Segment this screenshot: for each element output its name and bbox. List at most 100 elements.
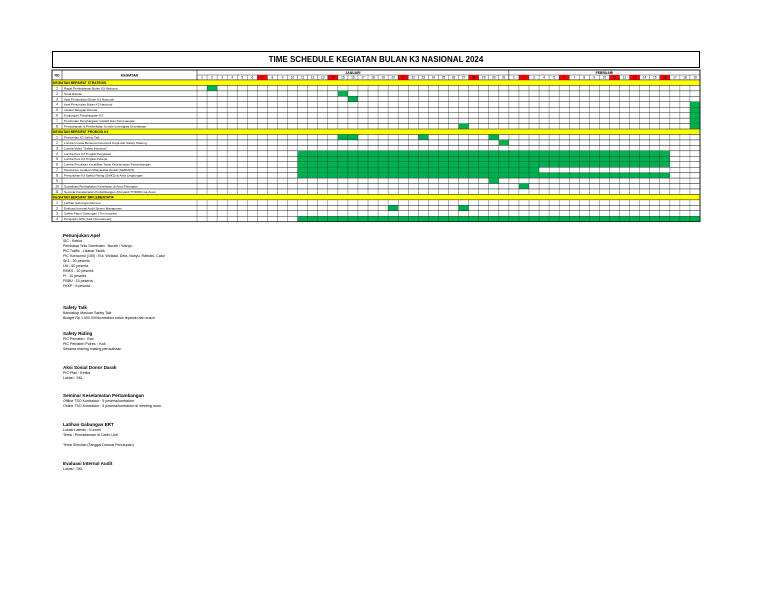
row-activity: Inisiasi Tanggap Darurat [64,108,97,112]
active-day-cell [689,118,700,124]
active-day-cell [488,134,499,140]
active-day-cell [539,150,550,157]
note-block: Safety Talk Bandakup Masuan Safety Talk Bu… [63,305,363,321]
row-number: 1 [56,135,58,139]
day-number: 14 [643,76,647,80]
active-day-cell [418,172,429,179]
active-day-cell [408,172,419,179]
active-day-cell [398,167,409,173]
active-day-cell [498,172,509,179]
active-day-cell [599,150,610,157]
active-day-cell [337,167,348,173]
day-number: 1 [513,76,515,80]
active-day-cell [488,167,499,173]
row-number: 5 [56,157,58,161]
active-day-cell [498,150,509,157]
active-day-cell [539,172,550,179]
active-day-cell [689,123,700,130]
active-day-cell [408,156,419,162]
day-number: 20 [391,76,395,80]
day-number: 4 [231,76,233,80]
row-number: 1 [56,201,58,205]
active-day-cell [539,216,550,222]
active-day-cell [307,150,318,157]
active-day-cell [357,216,369,222]
active-day-cell [579,150,590,157]
active-day-cell [448,167,459,173]
row-activity: Seminar Keselamatan Pertambangan (Penyak… [64,190,157,194]
active-day-cell [347,167,358,173]
active-day-cell [589,150,600,157]
active-day-cell [337,156,348,162]
active-day-cell [347,172,358,179]
active-day-cell [518,172,529,179]
table-row [51,112,701,119]
row-number: 8 [56,125,58,129]
active-day-cell [448,172,459,179]
section-row [51,128,701,135]
day-number: 6 [563,76,565,80]
row-number: 3 [56,146,58,150]
active-day-cell [559,161,570,168]
table-row [51,177,701,184]
active-day-cell [398,216,409,222]
section-label: KEGIATAN BERSIFAT STRATEGIS [53,81,107,85]
active-day-cell [589,156,600,162]
table-row [51,210,701,217]
day-number: 11 [613,76,617,80]
active-day-cell [528,167,540,173]
note-line: Lokasi : SKL [63,376,84,380]
active-day-cell [569,150,580,157]
active-day-cell [388,161,399,168]
day-number: 16 [351,76,355,80]
active-day-cell [408,161,419,168]
day-number: 25 [442,76,446,80]
note-line: Sesama masing masing perusahaan [63,347,122,351]
active-day-cell [207,85,218,91]
active-day-cell [357,167,369,173]
active-day-cell [478,156,489,162]
active-day-cell [408,150,419,157]
active-day-cell [659,161,670,168]
row-number: 6 [56,163,58,167]
active-day-cell [478,172,489,179]
row-activity: Kunjungan Penghargaan K3 [64,114,103,118]
active-day-cell [317,216,328,222]
table-row [51,117,701,124]
active-day-cell [528,172,540,179]
row-activity: Pemberian K3 Safety Talk [64,135,100,139]
active-day-cell [337,150,348,157]
active-day-cell [468,156,479,162]
day-number: 9 [593,76,595,80]
active-day-cell [488,156,499,162]
active-day-cell [488,178,499,184]
day-number: 3 [221,76,223,80]
active-day-cell [559,216,570,222]
active-day-cell [408,167,419,173]
active-day-cell [659,216,670,222]
active-day-cell [619,150,630,157]
active-day-cell [438,156,449,162]
day-number: 6 [251,76,253,80]
active-day-cell [418,150,429,157]
table-row [51,96,701,102]
day-number: 15 [653,76,657,80]
active-day-cell [448,156,459,162]
row-activity: Apel Penutupan Bulan K3 Nasional [64,103,113,107]
row-number: 1 [56,86,58,90]
active-day-cell [337,172,348,179]
day-number: 15 [341,76,345,80]
day-number: 30 [492,76,496,80]
active-day-cell [609,150,620,157]
section-row [51,79,701,86]
active-day-cell [669,216,680,222]
active-day-cell [448,161,459,168]
day-number: 21 [401,76,405,80]
active-day-cell [428,156,439,162]
active-day-cell [438,172,449,179]
active-day-cell [498,161,509,168]
active-day-cell [619,156,630,162]
active-day-cell [378,156,389,162]
day-number: 2 [211,76,213,80]
active-day-cell [589,172,600,179]
